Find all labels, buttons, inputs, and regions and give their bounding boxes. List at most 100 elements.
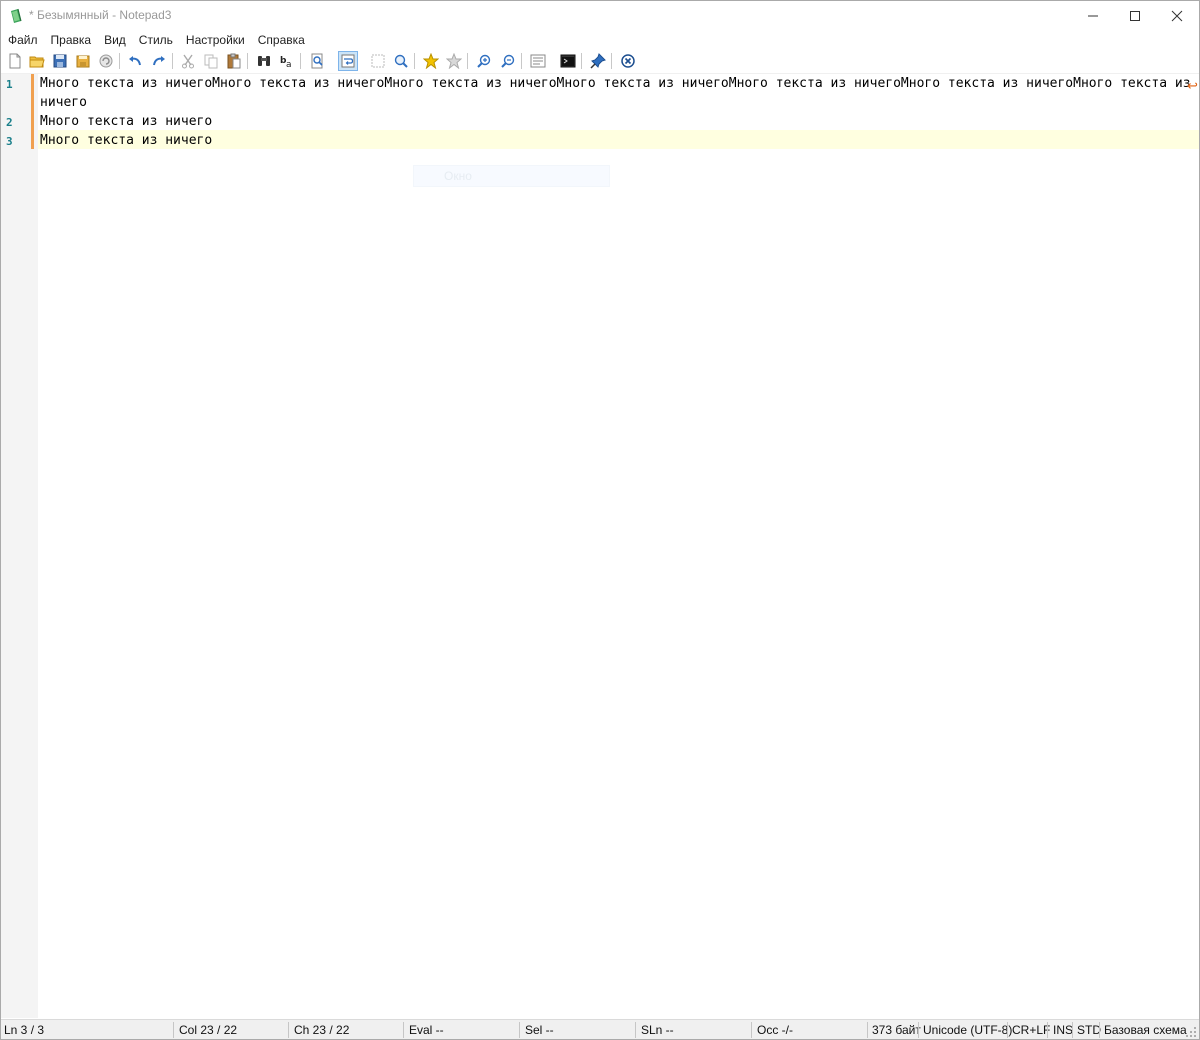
status-scheme[interactable]: Базовая схема [1104,1023,1187,1037]
find-button[interactable] [254,51,274,71]
replace-button[interactable]: ba [277,51,297,71]
toolbar-separator [414,53,415,69]
status-separator [1047,1022,1048,1038]
bookmark-clear-button[interactable] [444,51,464,71]
zoom-out-button[interactable] [498,51,518,71]
find-in-files-button[interactable] [307,51,327,71]
minimize-button[interactable] [1071,1,1115,30]
status-column[interactable]: Col 23 / 22 [179,1023,237,1037]
wrap-indicator-icon: ↩ [1187,78,1198,93]
word-wrap-button[interactable] [338,51,358,71]
toolbar-separator [119,53,120,69]
zoom-in-button[interactable] [474,51,494,71]
notepad3-app-icon [11,8,22,23]
status-separator [403,1022,404,1038]
pin-icon [590,53,606,69]
status-std[interactable]: STD [1077,1023,1101,1037]
close-icon [1171,10,1183,21]
copy-button[interactable] [201,51,221,71]
code-line-1[interactable]: Много текста из ничегоМного текста из ни… [40,74,1191,93]
console-button[interactable] [558,51,578,71]
editor-area[interactable]: 1 2 3 Много текста из ничегоМного текста… [1,74,1199,1018]
window-title: * Безымянный - Notepad3 [29,8,172,22]
menu-file[interactable]: Файл [1,31,44,49]
select-icon [371,54,385,68]
title-bar[interactable]: * Безымянный - Notepad3 [1,1,1199,30]
menu-settings[interactable]: Настройки [180,31,251,49]
select-all-button[interactable] [368,51,388,71]
status-eval[interactable]: Eval -- [409,1023,444,1037]
resize-grip-icon[interactable] [1185,1026,1197,1038]
status-occurrences[interactable]: Occ -/- [757,1023,793,1037]
line-number: 1 [6,78,13,91]
save-as-icon [76,55,90,68]
pin-button[interactable] [588,51,608,71]
save-button[interactable] [50,51,70,71]
bookmark-add-button[interactable] [421,51,441,71]
maximize-icon [1130,10,1140,21]
star-icon [423,53,439,69]
cut-button[interactable] [178,51,198,71]
status-file-size[interactable]: 373 байт [872,1023,921,1037]
status-bar: Ln 3 / 3 Col 23 / 22 Ch 23 / 22 Eval -- … [1,1019,1199,1039]
status-separator [288,1022,289,1038]
status-selection[interactable]: Sel -- [525,1023,554,1037]
undo-button[interactable] [125,51,145,71]
zoom-find-button[interactable] [391,51,411,71]
scissors-icon [182,54,194,69]
copy-icon [204,54,218,69]
revert-button[interactable] [96,51,116,71]
code-line-3[interactable]: Много текста из ничего [40,131,212,150]
status-line[interactable]: Ln 3 / 3 [4,1023,44,1037]
undo-icon [129,56,141,66]
paste-icon [227,53,241,69]
revert-icon [99,54,113,68]
menu-bar: Файл Правка Вид Стиль Настройки Справка [1,31,1199,49]
status-eol[interactable]: CR+LF [1012,1023,1050,1037]
save-icon [53,54,67,68]
toolbar-separator [611,53,612,69]
status-separator [173,1022,174,1038]
binoculars-icon [258,56,270,66]
change-history-marker [31,74,34,149]
status-separator [751,1022,752,1038]
ghost-tooltip: Окно [413,165,610,187]
close-document-button[interactable] [618,51,638,71]
save-as-button[interactable] [73,51,93,71]
open-file-button[interactable] [27,51,47,71]
status-separator [867,1022,868,1038]
status-encoding[interactable]: Unicode (UTF-8) [923,1023,1012,1037]
redo-icon [153,56,165,66]
new-file-icon [9,53,21,69]
line-number: 2 [6,116,13,129]
open-folder-icon [29,56,45,68]
line-number: 3 [6,135,13,148]
close-circle-icon [621,54,635,68]
paste-button[interactable] [224,51,244,71]
ghost-tooltip-text: Окно [444,169,472,183]
status-separator [635,1022,636,1038]
view-schemes-button[interactable] [528,51,548,71]
status-selected-lines[interactable]: SLn -- [641,1023,674,1037]
close-button[interactable] [1155,1,1199,30]
replace-icon: ba [280,56,292,69]
zoom-in-icon [477,54,491,68]
line-number-gutter[interactable]: 1 2 3 [1,74,38,1018]
status-separator [1072,1022,1073,1038]
new-file-button[interactable] [5,51,25,71]
menu-help[interactable]: Справка [252,31,311,49]
toolbar-separator [172,53,173,69]
redo-button[interactable] [149,51,169,71]
toolbar-separator [467,53,468,69]
code-line-2[interactable]: Много текста из ничего [40,112,212,131]
menu-style[interactable]: Стиль [133,31,179,49]
menu-view[interactable]: Вид [98,31,132,49]
status-separator [519,1022,520,1038]
status-insert-mode[interactable]: INS [1053,1023,1073,1037]
star-outline-icon [446,53,462,69]
status-separator [918,1022,919,1038]
menu-edit[interactable]: Правка [45,31,98,49]
code-line-1-wrapped[interactable]: ничего [40,93,87,112]
maximize-button[interactable] [1113,1,1157,30]
status-char[interactable]: Ch 23 / 22 [294,1023,349,1037]
